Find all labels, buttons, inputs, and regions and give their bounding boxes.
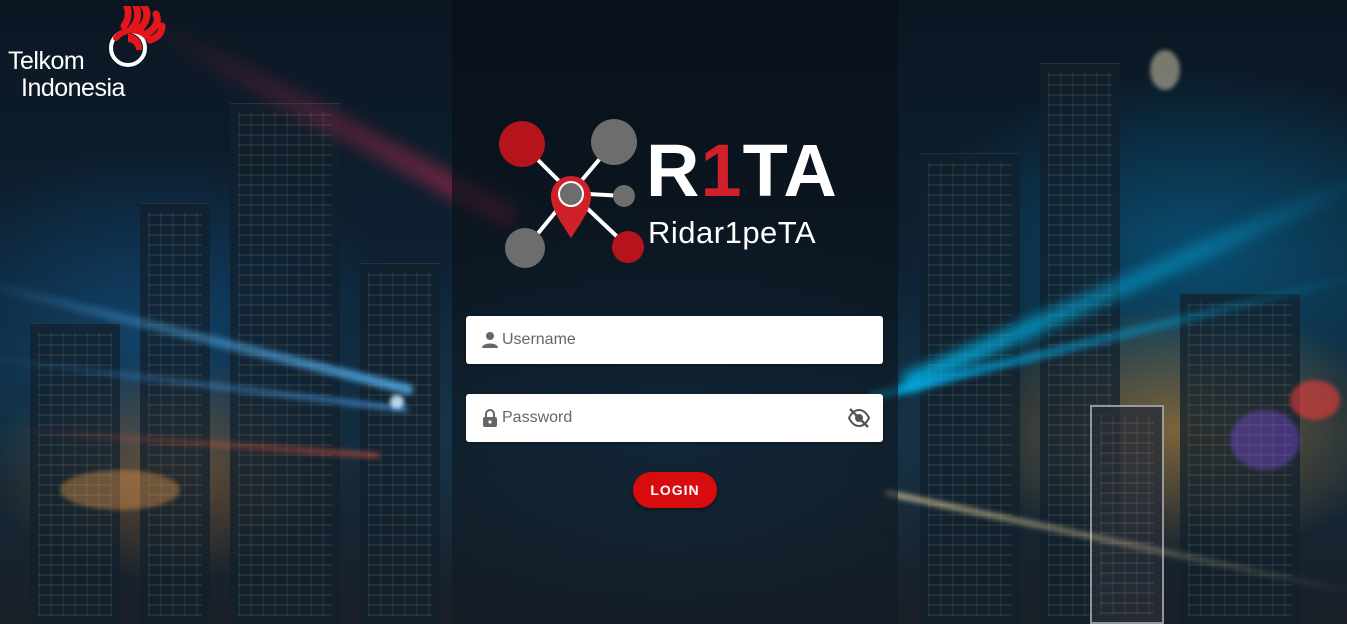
- username-input[interactable]: [502, 316, 842, 364]
- light-spot: [390, 395, 404, 409]
- login-panel: [452, 0, 898, 624]
- lock-icon: [483, 409, 497, 427]
- app-name-r: R: [646, 129, 701, 212]
- map-pin-network-icon: [499, 119, 644, 268]
- password-input[interactable]: [502, 394, 842, 442]
- company-name-line2: Indonesia: [21, 74, 125, 102]
- light-spot: [1290, 380, 1340, 420]
- app-logo: R1TA Ridar1peTA: [496, 118, 856, 278]
- light-spot: [60, 470, 180, 510]
- app-name-one: 1: [700, 129, 743, 212]
- company-name-line1: Telkom: [8, 47, 85, 75]
- app-name-rest: TA: [742, 129, 838, 212]
- login-button[interactable]: LOGIN: [633, 472, 717, 508]
- eye-slash-icon[interactable]: [847, 407, 871, 429]
- building: [140, 203, 210, 624]
- app-subtitle: Ridar1peTA: [648, 215, 817, 250]
- building: [360, 263, 440, 624]
- building: [1090, 405, 1164, 624]
- password-field[interactable]: [466, 394, 883, 442]
- telkom-logo: Telkom Indonesia: [8, 6, 188, 102]
- light-spot: [1230, 410, 1300, 470]
- user-icon: [482, 332, 498, 348]
- light-spot: [1150, 50, 1180, 90]
- username-field[interactable]: [466, 316, 883, 364]
- building: [920, 153, 1020, 624]
- app-name: R1TA: [646, 134, 838, 208]
- city-background: [0, 0, 1347, 624]
- telkom-hand-icon: [109, 6, 166, 67]
